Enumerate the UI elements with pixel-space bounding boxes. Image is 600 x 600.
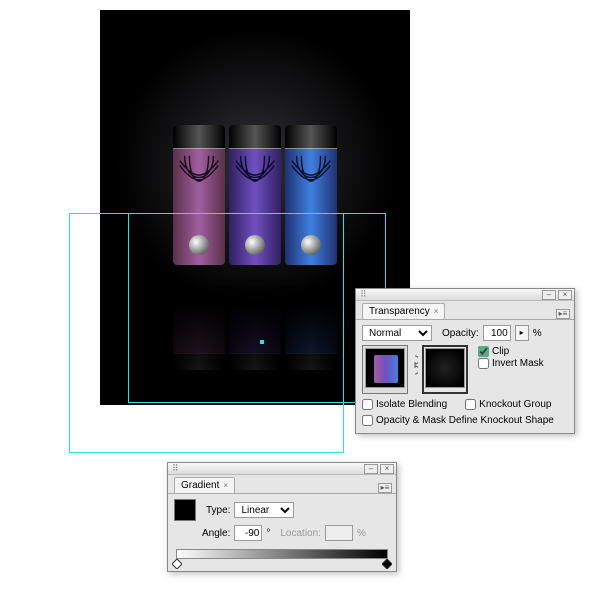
invert-mask-checkbox[interactable]: Invert Mask — [478, 358, 544, 369]
selection-center-handle[interactable] — [260, 340, 264, 344]
isolate-blending-checkbox[interactable]: Isolate Blending — [362, 399, 447, 410]
mask-thumbnail[interactable] — [425, 348, 465, 388]
panel-menu-button[interactable]: ▸≡ — [378, 483, 392, 493]
mask-link-icon[interactable] — [412, 345, 418, 385]
tab-label: Gradient — [181, 480, 219, 491]
panel-titlebar[interactable]: ⠿ – × — [168, 463, 396, 475]
tab-close-icon[interactable]: × — [434, 307, 439, 316]
opacity-input[interactable] — [483, 325, 511, 341]
panel-menu-button[interactable]: ▸≡ — [556, 309, 570, 319]
degree-icon: ° — [266, 528, 270, 539]
gradient-type-select[interactable]: Linear — [234, 502, 294, 518]
tab-label: Transparency — [369, 306, 430, 317]
tab-gradient[interactable]: Gradient × — [174, 477, 235, 493]
gradient-panel[interactable]: ⠿ – × Gradient × ▸≡ Type: Linear Angle: °… — [167, 462, 397, 572]
selection-box-outer[interactable] — [69, 213, 344, 453]
gradient-swatch[interactable] — [174, 499, 196, 521]
location-input — [325, 525, 353, 541]
type-label: Type: — [206, 505, 230, 516]
artwork-thumbnail[interactable] — [365, 348, 405, 388]
minimize-button[interactable]: – — [542, 290, 556, 300]
close-button[interactable]: × — [380, 464, 394, 474]
tab-transparency[interactable]: Transparency × — [362, 303, 445, 319]
location-suffix: % — [357, 528, 366, 539]
opacity-flyout-button[interactable]: ▸ — [515, 325, 529, 341]
transparency-panel[interactable]: ⠿ – × Transparency × ▸≡ Normal Opacity: ▸… — [355, 288, 575, 434]
gradient-stop-start[interactable] — [172, 559, 182, 569]
grip-icon: ⠿ — [172, 463, 177, 474]
opacity-label: Opacity: — [442, 328, 479, 339]
angle-label: Angle: — [202, 528, 230, 539]
tab-close-icon[interactable]: × — [223, 481, 228, 490]
close-button[interactable]: × — [558, 290, 572, 300]
location-label: Location: — [280, 528, 321, 539]
gradient-stop-end[interactable] — [382, 559, 392, 569]
knockout-group-checkbox[interactable]: Knockout Group — [465, 399, 551, 410]
grip-icon: ⠿ — [360, 289, 365, 300]
gradient-slider[interactable] — [176, 545, 388, 565]
opacity-suffix: % — [533, 328, 542, 339]
gradient-track[interactable] — [176, 549, 388, 559]
clip-checkbox[interactable]: Clip — [478, 346, 544, 357]
angle-input[interactable] — [234, 525, 262, 541]
panel-titlebar[interactable]: ⠿ – × — [356, 289, 574, 301]
blend-mode-select[interactable]: Normal — [362, 325, 432, 341]
define-knockout-checkbox[interactable]: Opacity & Mask Define Knockout Shape — [362, 415, 568, 426]
minimize-button[interactable]: – — [364, 464, 378, 474]
